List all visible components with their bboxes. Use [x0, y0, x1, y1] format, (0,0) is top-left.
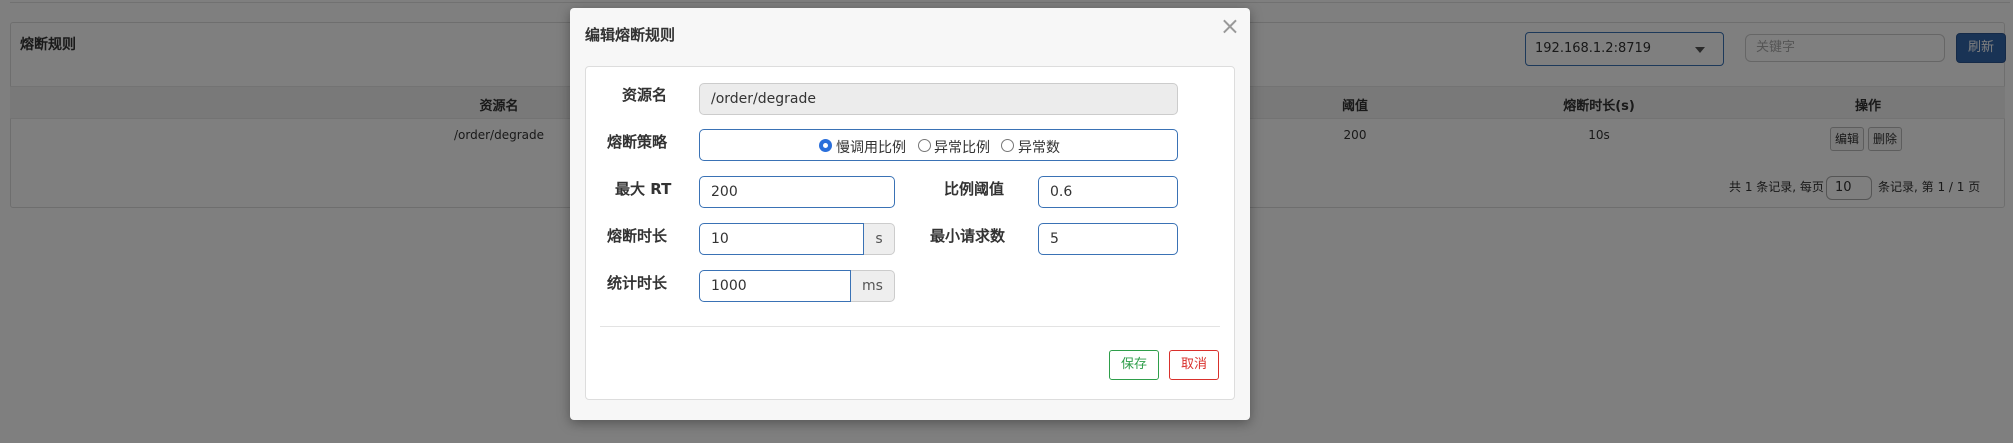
- dialog-title: 编辑熔断规则: [585, 26, 676, 44]
- save-button[interactable]: 保存: [1109, 350, 1159, 380]
- max-rt-field[interactable]: 200: [699, 176, 895, 208]
- radio-error-count[interactable]: [1001, 139, 1014, 152]
- radio-label-error-ratio[interactable]: 异常比例: [934, 137, 990, 157]
- max-rt-label: 最大 RT: [615, 180, 672, 198]
- close-icon[interactable]: ×: [1220, 14, 1240, 38]
- radio-label-error-count[interactable]: 异常数: [1018, 137, 1060, 157]
- radio-error-ratio[interactable]: [918, 139, 931, 152]
- stat-interval-field[interactable]: 1000: [699, 270, 851, 302]
- edit-rule-dialog: 编辑熔断规则 × 资源名 /order/degrade 熔断策略 慢调用比例 异…: [570, 8, 1250, 420]
- footer-divider: [600, 326, 1220, 327]
- min-request-field[interactable]: 5: [1038, 223, 1178, 255]
- resource-label: 资源名: [622, 86, 668, 104]
- resource-field: /order/degrade: [699, 83, 1178, 115]
- stat-interval-label: 统计时长: [607, 274, 668, 292]
- min-request-label: 最小请求数: [930, 227, 1006, 245]
- break-duration-label: 熔断时长: [607, 227, 668, 245]
- stat-unit-addon: ms: [851, 270, 895, 302]
- radio-label-slow-call-ratio[interactable]: 慢调用比例: [836, 137, 906, 157]
- strategy-label: 熔断策略: [607, 133, 668, 151]
- radio-slow-call-ratio[interactable]: [819, 139, 832, 152]
- duration-unit-addon: s: [864, 223, 895, 255]
- cancel-button[interactable]: 取消: [1169, 350, 1219, 380]
- dialog-body: 资源名 /order/degrade 熔断策略 慢调用比例 异常比例 异常数 最…: [585, 66, 1235, 400]
- ratio-threshold-label: 比例阈值: [944, 180, 1005, 198]
- break-duration-field[interactable]: 10: [699, 223, 864, 255]
- ratio-threshold-field[interactable]: 0.6: [1038, 176, 1178, 208]
- strategy-radio-group: 慢调用比例 异常比例 异常数: [699, 129, 1178, 161]
